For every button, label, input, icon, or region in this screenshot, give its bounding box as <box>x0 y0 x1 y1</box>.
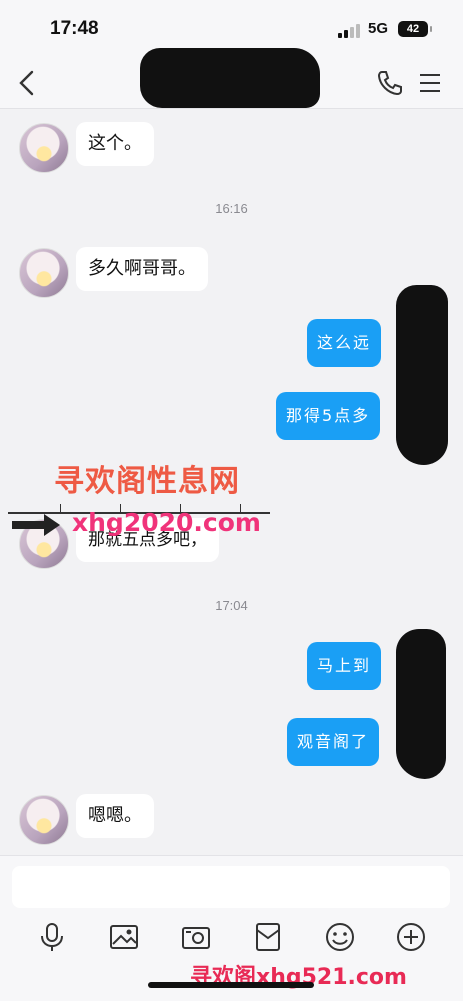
ruler-tick <box>60 504 61 512</box>
message-input[interactable] <box>12 866 450 908</box>
red-packet-icon[interactable] <box>253 922 283 952</box>
redacted-avatar <box>396 629 446 779</box>
arrow-icon <box>12 514 60 536</box>
menu-icon[interactable] <box>420 72 442 94</box>
chevron-left-icon[interactable] <box>15 69 39 97</box>
avatar[interactable] <box>19 123 69 173</box>
home-indicator <box>148 982 314 988</box>
watermark-url: xhg2020.com <box>72 508 261 537</box>
emoji-icon[interactable] <box>325 922 355 952</box>
avatar[interactable] <box>19 795 69 845</box>
network-label: 5G <box>368 20 389 37</box>
signal-icon <box>338 24 360 38</box>
timestamp: 17:04 <box>215 598 248 613</box>
outgoing-message[interactable]: 马上到 <box>307 642 382 690</box>
outgoing-message[interactable]: 这么远 <box>307 319 382 367</box>
outgoing-message[interactable]: 观音阁了 <box>287 718 380 766</box>
redacted-avatar <box>396 285 448 465</box>
camera-icon[interactable] <box>181 922 211 952</box>
phone-icon[interactable] <box>376 69 404 97</box>
timestamp: 16:16 <box>215 201 248 216</box>
outgoing-message[interactable]: 那得5点多 <box>276 392 381 440</box>
input-area: 寻欢阁xhg521.com <box>0 855 463 1001</box>
image-icon[interactable] <box>109 922 139 952</box>
redacted-contact-name <box>140 48 320 108</box>
chat-header <box>0 48 463 109</box>
incoming-message[interactable]: 多久啊哥哥。 <box>76 247 208 291</box>
watermark-title: 寻欢阁性息网 <box>54 464 240 499</box>
avatar[interactable] <box>19 248 69 298</box>
microphone-icon[interactable] <box>37 922 67 952</box>
incoming-message[interactable]: 嗯嗯。 <box>76 794 154 838</box>
incoming-message[interactable]: 这个。 <box>76 122 154 166</box>
plus-icon[interactable] <box>396 922 426 952</box>
battery-icon: 42 <box>398 21 432 37</box>
status-time: 17:48 <box>50 18 99 39</box>
